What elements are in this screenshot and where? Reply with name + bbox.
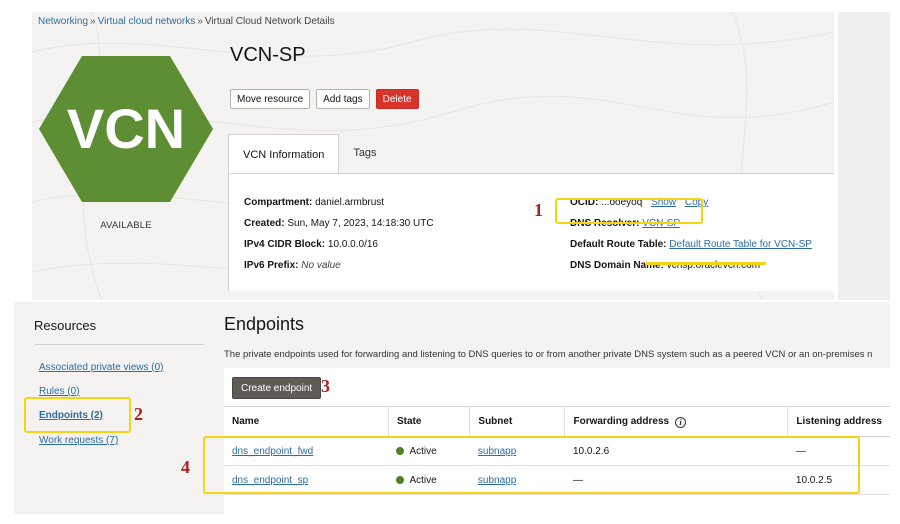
ipv4-label: IPv4 CIDR Block:: [244, 239, 326, 250]
endpoints-description: The private endpoints used for forwardin…: [224, 349, 873, 360]
annotation-number-2: 2: [134, 404, 143, 424]
resources-divider: [34, 344, 204, 345]
vcn-icon-label: VCN: [67, 97, 185, 160]
created-row: Created: Sun, May 7, 2023, 14:18:30 UTC: [244, 218, 434, 229]
created-value: Sun, May 7, 2023, 14:18:30 UTC: [287, 218, 434, 229]
info-icon[interactable]: i: [675, 416, 687, 428]
breadcrumb-networking[interactable]: Networking: [38, 16, 88, 27]
detail-tabs: VCN Information Tags: [228, 134, 391, 174]
annotation-number-3: 3: [321, 376, 330, 396]
tab-vcn-information[interactable]: VCN Information: [228, 134, 340, 174]
compartment-value: daniel.armbrust: [315, 197, 385, 208]
annotation-underline-dns-domain: [646, 262, 766, 265]
breadcrumb-virtual-cloud-networks[interactable]: Virtual cloud networks: [98, 16, 196, 27]
table-header-row: Name State Subnet Forwarding address i Li…: [224, 406, 890, 437]
page-title: VCN-SP: [230, 44, 306, 66]
compartment-label: Compartment:: [244, 197, 313, 208]
annotation-number-4: 4: [181, 457, 190, 477]
scrollbar-track[interactable]: [838, 12, 890, 300]
create-endpoint-button[interactable]: Create endpoint: [232, 377, 322, 399]
delete-button[interactable]: Delete: [375, 89, 419, 109]
annotation-box-endpoint-rows: [203, 436, 860, 494]
compartment-row: Compartment: daniel.armbrust: [244, 197, 384, 208]
resources-item-rules[interactable]: Rules (0): [39, 386, 80, 397]
column-header-listening-address[interactable]: Listening address: [787, 406, 890, 437]
ipv6-label: IPv6 Prefix:: [244, 260, 299, 271]
annotation-box-dns-resolver: [555, 198, 703, 224]
vcn-hexagon-icon: VCN: [39, 56, 213, 202]
column-header-state[interactable]: State: [388, 406, 471, 437]
route-table-row: Default Route Table: Default Route Table…: [570, 239, 812, 250]
column-header-subnet[interactable]: Subnet: [469, 406, 566, 437]
ipv4-value: 10.0.0.0/16: [327, 239, 378, 250]
resources-title: Resources: [34, 318, 97, 333]
resources-item-associated-private-views[interactable]: Associated private views (0): [39, 362, 164, 373]
route-table-label: Default Route Table:: [570, 239, 667, 250]
created-label: Created:: [244, 218, 285, 229]
action-buttons: Move resource Add tags Delete: [230, 89, 419, 109]
column-header-name[interactable]: Name: [224, 406, 389, 437]
resources-item-work-requests[interactable]: Work requests (7): [39, 435, 118, 446]
vcn-details-panel: Networking» Virtual cloud networks» Virtua…: [32, 12, 834, 300]
tab-tags[interactable]: Tags: [339, 134, 390, 172]
column-header-forwarding-address[interactable]: Forwarding address i: [564, 406, 789, 437]
add-tags-button[interactable]: Add tags: [316, 89, 370, 109]
lifecycle-status: AVAILABLE: [100, 220, 152, 231]
forwarding-address-label: Forwarding address: [573, 415, 670, 427]
endpoints-title: Endpoints: [224, 314, 305, 334]
breadcrumb-separator: »: [90, 16, 96, 27]
vcn-information-card: Compartment: daniel.armbrust Created: Su…: [228, 173, 834, 291]
ipv6-value: No value: [301, 260, 341, 271]
annotation-box-endpoints: [24, 397, 131, 433]
annotation-number-1: 1: [534, 200, 543, 220]
ipv6-row: IPv6 Prefix: No value: [244, 260, 341, 271]
breadcrumb-separator: »: [197, 16, 203, 27]
move-resource-button[interactable]: Move resource: [230, 89, 311, 109]
route-table-link[interactable]: Default Route Table for VCN-SP: [669, 239, 812, 250]
ipv4-row: IPv4 CIDR Block: 10.0.0.0/16: [244, 239, 378, 250]
breadcrumb-current: Virtual Cloud Network Details: [204, 16, 335, 27]
breadcrumb: Networking» Virtual cloud networks» Virtua…: [38, 16, 335, 27]
